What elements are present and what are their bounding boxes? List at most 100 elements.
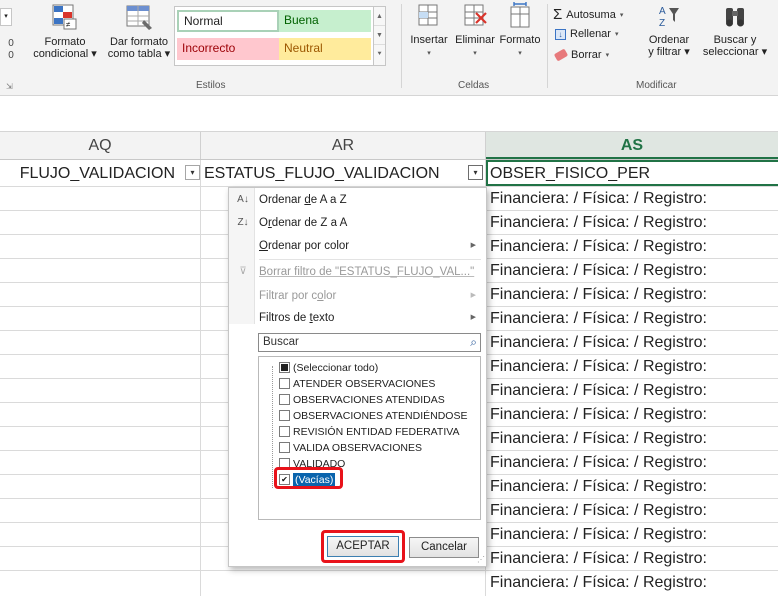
- table-cell-as[interactable]: Financiera: / Física: / Registro:: [486, 475, 778, 498]
- column-header-ar-label: AR: [331, 137, 355, 154]
- styles-scrollbar[interactable]: ▲ ▼ ⯆: [373, 7, 385, 65]
- option-checkbox[interactable]: [279, 394, 290, 405]
- column-header-as-label: AS: [620, 137, 644, 154]
- filter-dropdown-ar[interactable]: ▾: [468, 165, 483, 180]
- column-headers: AQ AR AS: [0, 132, 778, 160]
- gallery-up-icon[interactable]: ▲: [374, 7, 385, 26]
- cancel-button[interactable]: Cancelar: [409, 537, 479, 558]
- table-cell-as[interactable]: Financiera: / Física: / Registro:: [486, 331, 778, 354]
- table-cell-as[interactable]: Financiera: / Física: / Registro:: [486, 187, 778, 210]
- filter-search-input[interactable]: Buscar ⌕: [258, 333, 481, 352]
- sort-asc-pre: Ordenar: [259, 194, 305, 206]
- gallery-more-icon[interactable]: ⯆: [374, 45, 385, 64]
- filter-option-select-all[interactable]: (Seleccionar todo): [279, 360, 378, 375]
- table-cell-aq[interactable]: [0, 211, 201, 234]
- clear-button[interactable]: Borrar ▾: [553, 48, 609, 62]
- table-cell-as[interactable]: Financiera: / Física: / Registro:: [486, 259, 778, 282]
- table-cell-aq[interactable]: [0, 379, 201, 402]
- table-cell-as[interactable]: Financiera: / Física: / Registro:: [486, 235, 778, 258]
- table-cell-as[interactable]: Financiera: / Física: / Registro:: [486, 211, 778, 234]
- header-cell-ar-label: ESTATUS_FLUJO_VALIDACION: [204, 165, 440, 182]
- ribbon-cut-button[interactable]: 0 0: [0, 38, 22, 62]
- sort-filter-button[interactable]: A Z Ordenar y filtrar ▾: [640, 2, 698, 58]
- table-cell-as[interactable]: Financiera: / Física: / Registro:: [486, 355, 778, 378]
- table-cell-as[interactable]: Financiera: / Física: / Registro:: [486, 403, 778, 426]
- table-cell-aq[interactable]: [0, 187, 201, 210]
- table-cell-as[interactable]: Financiera: / Física: / Registro:: [486, 283, 778, 306]
- option-checkbox[interactable]: [279, 410, 290, 421]
- filter-option-revision-entidad-federativa[interactable]: REVISIÓN ENTIDAD FEDERATIVA: [279, 424, 459, 439]
- table-cell-aq[interactable]: [0, 331, 201, 354]
- fill-icon: ↓: [555, 28, 566, 40]
- select-all-checkbox[interactable]: [279, 362, 290, 373]
- option-checkbox[interactable]: [279, 442, 290, 453]
- table-cell-aq[interactable]: [0, 451, 201, 474]
- submenu-arrow-icon: ▶: [470, 242, 476, 249]
- fill-button[interactable]: ↓ Rellenar ▾: [555, 28, 618, 40]
- option-checkbox[interactable]: [279, 426, 290, 437]
- table-cell-aq[interactable]: [0, 307, 201, 330]
- option-label: OBSERVACIONES ATENDIDAS: [293, 393, 445, 406]
- table-cell-as[interactable]: Financiera: / Física: / Registro:: [486, 307, 778, 330]
- table-cell-aq[interactable]: [0, 571, 201, 596]
- style-neutral[interactable]: Neutral: [279, 38, 371, 60]
- formula-area: [0, 96, 778, 132]
- table-cell-as[interactable]: Financiera: / Física: / Registro:: [486, 499, 778, 522]
- dialog-launcher-icon[interactable]: ⇲: [6, 82, 13, 91]
- format-cells-button[interactable]: Formato ▾: [497, 2, 543, 60]
- filter-dropdown-aq[interactable]: ▾: [185, 165, 200, 180]
- table-cell-as[interactable]: Financiera: / Física: / Registro:: [486, 427, 778, 450]
- option-label: VALIDA OBSERVACIONES: [293, 441, 422, 454]
- menu-sort-a-to-z[interactable]: A↓ Ordenar de A a Z: [229, 189, 486, 211]
- styles-group-label: Estilos: [196, 80, 226, 91]
- table-cell-as[interactable]: Financiera: / Física: / Registro:: [486, 547, 778, 570]
- search-icon: ⌕: [470, 335, 477, 349]
- menu-sort-by-color[interactable]: Ordenar por color ▶: [229, 235, 486, 257]
- filter-option-atender-observaciones[interactable]: ATENDER OBSERVACIONES: [279, 376, 435, 391]
- column-header-ar[interactable]: AR: [201, 132, 486, 159]
- header-cell-as[interactable]: OBSER_FISICO_PER: [486, 160, 778, 186]
- clear-filter-icon: ⊽: [239, 266, 247, 277]
- table-cell-aq[interactable]: [0, 475, 201, 498]
- filter-option-observaciones-atendiendose[interactable]: OBSERVACIONES ATENDIÉNDOSE: [279, 408, 467, 423]
- autosum-icon: Σ: [553, 6, 563, 23]
- table-cell-as[interactable]: Financiera: / Física: / Registro:: [486, 523, 778, 546]
- menu-sort-z-to-a[interactable]: Z↓ Ordenar de Z a A: [229, 212, 486, 234]
- resize-grip-icon[interactable]: ⋰: [477, 555, 485, 564]
- column-header-as[interactable]: AS: [486, 132, 778, 159]
- option-checkbox[interactable]: [279, 378, 290, 389]
- format-as-table-button[interactable]: Dar formato como tabla ▾: [103, 2, 175, 60]
- table-cell-as[interactable]: Financiera: / Física: / Registro:: [486, 451, 778, 474]
- table-cell-as[interactable]: Financiera: / Física: / Registro:: [486, 571, 778, 596]
- insert-button[interactable]: Insertar ▾: [406, 2, 452, 60]
- text-filters-post: exto: [312, 312, 335, 324]
- table-cell-aq[interactable]: [0, 259, 201, 282]
- table-cell-aq[interactable]: [0, 427, 201, 450]
- table-cell-aq[interactable]: [0, 355, 201, 378]
- conditional-format-button[interactable]: ≠ Formato condicional ▾: [30, 2, 100, 60]
- table-cell-aq[interactable]: [0, 547, 201, 570]
- table-cell-aq[interactable]: [0, 523, 201, 546]
- autosum-button[interactable]: Σ Autosuma ▾: [553, 6, 623, 23]
- table-cell-aq[interactable]: [0, 403, 201, 426]
- delete-button[interactable]: Eliminar ▾: [452, 2, 498, 60]
- filter-option-valida-observaciones[interactable]: VALIDA OBSERVACIONES: [279, 440, 422, 455]
- style-good[interactable]: Buena: [279, 10, 371, 32]
- column-header-aq[interactable]: AQ: [0, 132, 201, 159]
- select-all-label: (Seleccionar todo): [293, 361, 379, 374]
- header-cell-ar[interactable]: ESTATUS_FLUJO_VALIDACION: [201, 160, 486, 186]
- find-select-button[interactable]: Buscar y seleccionar ▾: [700, 2, 770, 58]
- style-bad[interactable]: Incorrecto: [177, 38, 279, 60]
- ribbon-cut-dropdown[interactable]: ▾: [0, 8, 12, 26]
- menu-text-filters[interactable]: Filtros de texto ▶: [229, 307, 486, 329]
- table-cell-as[interactable]: Financiera: / Física: / Registro:: [486, 379, 778, 402]
- table-cell-aq[interactable]: [0, 499, 201, 522]
- table-cell-aq[interactable]: [0, 235, 201, 258]
- style-normal[interactable]: Normal: [177, 10, 279, 32]
- gallery-down-icon[interactable]: ▼: [374, 26, 385, 45]
- svg-text:≠: ≠: [66, 20, 71, 29]
- table-cell-aq[interactable]: [0, 283, 201, 306]
- table-cell-ar[interactable]: [201, 571, 486, 596]
- header-cell-aq[interactable]: FLUJO_VALIDACION: [0, 160, 201, 186]
- filter-option-observaciones-atendidas[interactable]: OBSERVACIONES ATENDIDAS: [279, 392, 445, 407]
